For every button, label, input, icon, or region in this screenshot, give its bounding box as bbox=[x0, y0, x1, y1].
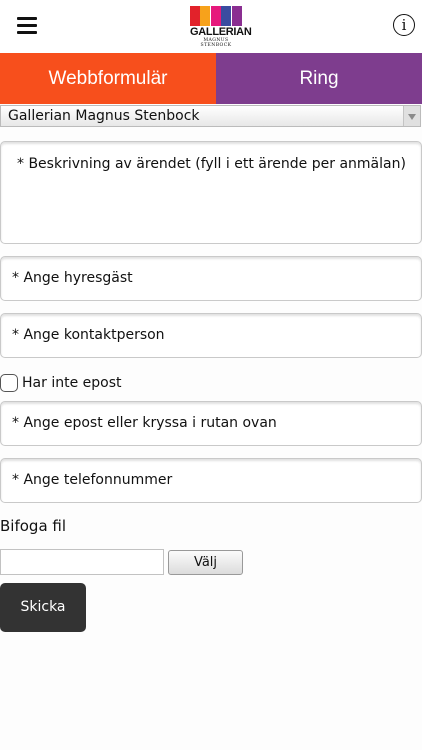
tab-ring[interactable]: Ring bbox=[216, 53, 422, 104]
email-input[interactable]: * Ange epost eller kryssa i rutan ovan bbox=[0, 401, 422, 446]
app-header: GALLERIAN MAGNUS STENBOCK i bbox=[0, 0, 422, 53]
location-select-value: Gallerian Magnus Stenbock bbox=[8, 108, 200, 124]
gallerian-logo: GALLERIAN MAGNUS STENBOCK bbox=[190, 6, 252, 48]
hamburger-menu-icon[interactable] bbox=[17, 17, 37, 34]
info-icon[interactable]: i bbox=[393, 14, 415, 36]
logo-bar-2 bbox=[210, 6, 221, 26]
contact-person-input[interactable]: * Ange kontaktperson bbox=[0, 313, 422, 358]
tenant-input[interactable]: * Ange hyresgäst bbox=[0, 256, 422, 301]
no-email-checkbox[interactable] bbox=[0, 374, 18, 392]
logo-name: GALLERIAN bbox=[190, 26, 252, 38]
logo-bar-4 bbox=[231, 6, 242, 26]
chevron-down-icon bbox=[403, 106, 420, 126]
logo-color-bars bbox=[190, 6, 242, 26]
logo-bar-3 bbox=[221, 6, 232, 26]
logo-bar-0 bbox=[190, 6, 200, 26]
attachment-label: Bifoga fil bbox=[0, 517, 67, 535]
phone-input[interactable]: * Ange telefonnummer bbox=[0, 458, 422, 503]
logo-subtitle: MAGNUS STENBOCK bbox=[200, 38, 232, 48]
location-select[interactable]: Gallerian Magnus Stenbock bbox=[0, 105, 421, 127]
no-email-label: Har inte epost bbox=[22, 375, 122, 391]
file-input[interactable] bbox=[0, 549, 164, 575]
logo-bar-1 bbox=[200, 6, 211, 26]
tab-webbformular[interactable]: Webbformulär bbox=[0, 53, 216, 104]
description-textarea[interactable]: * Beskrivning av ärendet (fyll i ett äre… bbox=[0, 141, 422, 244]
choose-file-button[interactable]: Välj bbox=[168, 550, 243, 575]
submit-button[interactable]: Skicka bbox=[0, 583, 86, 632]
